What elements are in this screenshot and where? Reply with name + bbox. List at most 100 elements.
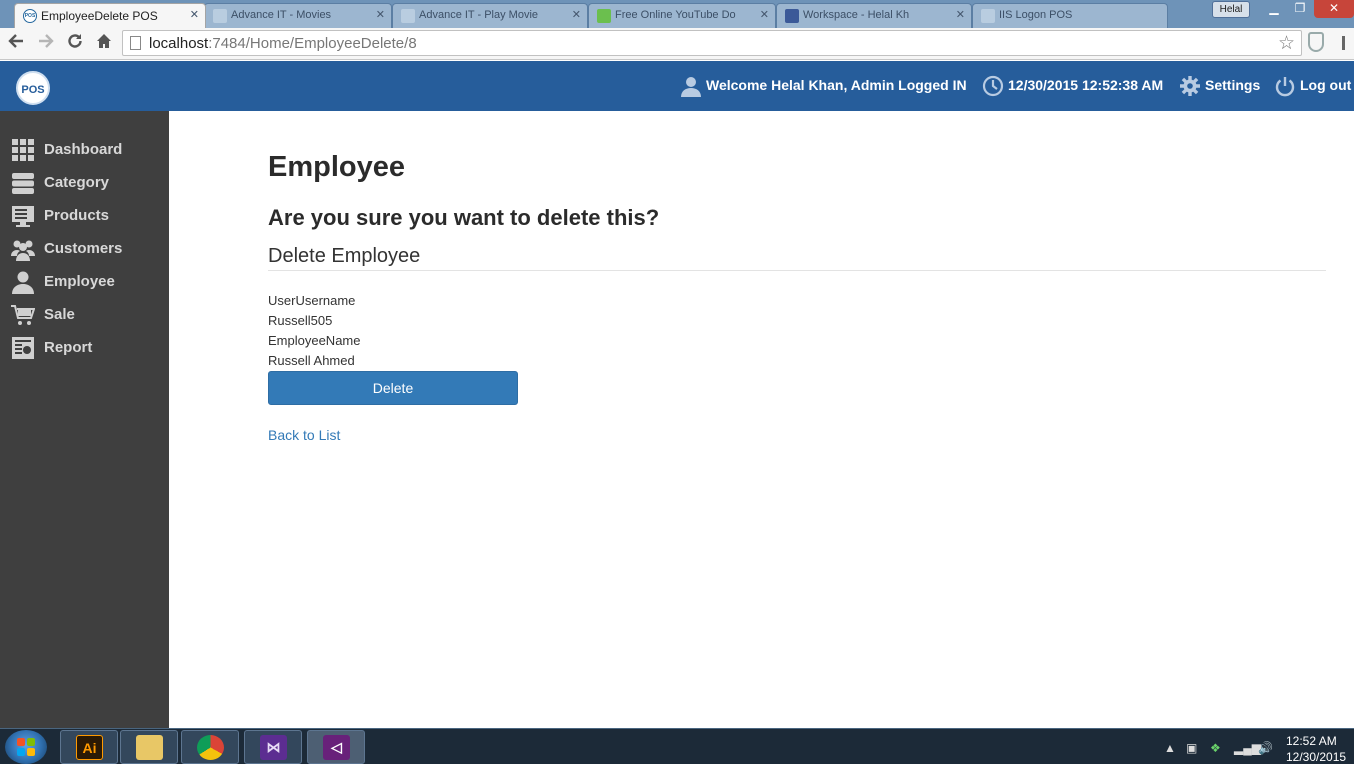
browser-tab-title: Advance IT - Movies: [231, 9, 332, 21]
sidebar-item-label: Customers: [44, 240, 123, 257]
browser-tab-strip: Advance IT - Movies ✕ Advance IT - Play …: [0, 0, 1354, 28]
browser-tab-title: IIS Logon POS: [999, 9, 1073, 21]
page-icon: [130, 36, 141, 50]
logo-quadrant: [17, 738, 25, 746]
sidebar-item-label: Sale: [44, 306, 75, 323]
delete-confirm-question: Are you sure you want to delete this?: [268, 205, 660, 230]
divider: [268, 270, 1326, 271]
header-datetime: 12/30/2015 12:52:38 AM: [1008, 77, 1164, 93]
users-icon: [11, 237, 35, 261]
sidebar-item-employee[interactable]: Employee: [0, 267, 169, 300]
pos-favicon-icon: POS: [23, 9, 37, 23]
field-label-employee-name: EmployeeName: [268, 333, 361, 348]
field-value-username: Russell505: [268, 313, 333, 328]
bookmark-star-icon[interactable]: ☆: [1278, 32, 1295, 55]
maximize-icon[interactable]: ❐: [1288, 0, 1312, 18]
clock-icon: [982, 75, 1004, 97]
browser-tab-title: Free Online YouTube Do: [615, 9, 736, 21]
logo-quadrant: [27, 738, 35, 746]
window-user-badge[interactable]: Helal: [1212, 1, 1250, 18]
close-icon[interactable]: ✕: [572, 8, 581, 21]
gear-icon[interactable]: [1179, 75, 1201, 97]
sidebar-item-category[interactable]: Category: [0, 168, 169, 201]
section-title: Delete Employee: [268, 245, 421, 267]
address-bar[interactable]: localhost:7484/Home/EmployeeDelete/8 ☆: [122, 30, 1302, 56]
page-icon: [213, 9, 227, 23]
dropbox-icon[interactable]: ❖: [1210, 741, 1221, 755]
sidebar-item-label: Products: [44, 207, 110, 224]
sidebar-item-report[interactable]: Report: [0, 333, 169, 366]
browser-tab[interactable]: Advance IT - Play Movie ✕: [392, 3, 588, 28]
user-icon: [11, 270, 35, 294]
user-icon: [680, 75, 702, 97]
pos-logo[interactable]: POS: [16, 71, 50, 105]
sidebar-item-label: Report: [44, 339, 93, 356]
close-icon[interactable]: ✕: [956, 8, 965, 21]
close-icon[interactable]: ✕: [376, 8, 385, 21]
taskbar-chrome[interactable]: [181, 730, 239, 764]
settings-link[interactable]: Settings: [1205, 77, 1260, 93]
sidebar-item-dashboard[interactable]: Dashboard: [0, 135, 169, 168]
taskbar-illustrator[interactable]: Ai: [60, 730, 118, 764]
close-icon[interactable]: ✕: [760, 8, 769, 21]
back-arrow-icon[interactable]: [6, 32, 26, 54]
browser-tab-title: EmployeeDelete POS: [41, 9, 158, 23]
sidebar-item-products[interactable]: Products: [0, 201, 169, 234]
browser-menu-icon[interactable]: [1342, 36, 1354, 50]
visual-studio-2015-icon: ◁: [323, 735, 350, 760]
facebook-icon: [785, 9, 799, 23]
windows-start-icon[interactable]: [5, 730, 47, 764]
back-to-list-link[interactable]: Back to List: [268, 427, 340, 443]
browser-tab[interactable]: Workspace - Helal Kh ✕: [776, 3, 972, 28]
browser-toolbar: localhost:7484/Home/EmployeeDelete/8 ☆: [0, 28, 1354, 60]
url-text[interactable]: localhost:7484/Home/EmployeeDelete/8: [149, 35, 417, 52]
taskbar-date[interactable]: 12/30/2015: [1286, 750, 1346, 764]
welcome-text: Welcome Helal Khan, Admin Logged IN: [706, 77, 967, 93]
browser-tab-title: Workspace - Helal Kh: [803, 9, 910, 21]
delete-button[interactable]: Delete: [268, 371, 518, 405]
taskbar-file-explorer[interactable]: [120, 730, 178, 764]
illustrator-icon: Ai: [76, 735, 103, 760]
cart-icon: [11, 303, 36, 327]
logout-link[interactable]: Log out: [1300, 77, 1351, 93]
monitor-list-icon: [11, 204, 35, 228]
reload-icon[interactable]: [65, 32, 85, 54]
close-icon[interactable]: ✕: [190, 8, 199, 21]
browser-tab[interactable]: Free Online YouTube Do ✕: [588, 3, 776, 28]
sidebar-item-sale[interactable]: Sale: [0, 300, 169, 333]
browser-tab[interactable]: Advance IT - Movies ✕: [204, 3, 392, 28]
page-icon: [981, 9, 995, 23]
sidebar-item-label: Category: [44, 174, 110, 191]
folder-icon: [136, 735, 163, 760]
sidebar-item-customers[interactable]: Customers: [0, 234, 169, 267]
logo-quadrant: [27, 748, 35, 756]
network-signal-icon[interactable]: ▂▄▆: [1234, 741, 1261, 755]
show-hidden-icons-icon[interactable]: ▲: [1164, 741, 1176, 755]
shield-extension-icon[interactable]: [1308, 32, 1324, 52]
volume-icon[interactable]: 🔊: [1258, 741, 1273, 755]
page-icon: [401, 9, 415, 23]
app-header: POS Welcome Helal Khan, Admin Logged IN …: [0, 61, 1354, 111]
sidebar: Dashboard Category Products Customers Em…: [0, 111, 169, 728]
usb-device-icon[interactable]: ▣: [1186, 741, 1197, 755]
browser-tab-title: Advance IT - Play Movie: [419, 9, 539, 21]
power-icon[interactable]: [1274, 75, 1296, 97]
sidebar-item-label: Dashboard: [44, 141, 123, 158]
taskbar-time[interactable]: 12:52 AM: [1286, 734, 1337, 748]
home-icon[interactable]: [94, 32, 114, 54]
browser-tab-active[interactable]: POS EmployeeDelete POS ✕: [14, 3, 206, 28]
download-icon: [597, 9, 611, 23]
sidebar-item-label: Employee: [44, 273, 115, 290]
windows-taskbar: Ai ⋈ ◁ ▲ ▣ ❖ ▂▄▆ 🔊 12:52 AM 12/30/2015: [0, 728, 1354, 764]
logo-quadrant: [17, 748, 25, 756]
minimize-icon[interactable]: ▁: [1262, 0, 1286, 18]
forward-arrow-icon[interactable]: [36, 32, 56, 54]
browser-tab[interactable]: IIS Logon POS: [972, 3, 1168, 28]
taskbar-visual-studio[interactable]: ⋈: [244, 730, 302, 764]
taskbar-visual-studio-2015[interactable]: ◁: [307, 730, 365, 764]
field-label-username: UserUsername: [268, 293, 356, 308]
main-content: Employee Are you sure you want to delete…: [169, 111, 1354, 728]
visual-studio-icon: ⋈: [260, 735, 287, 760]
page-title: Employee: [268, 151, 405, 183]
window-close-icon[interactable]: ✕: [1314, 0, 1354, 18]
